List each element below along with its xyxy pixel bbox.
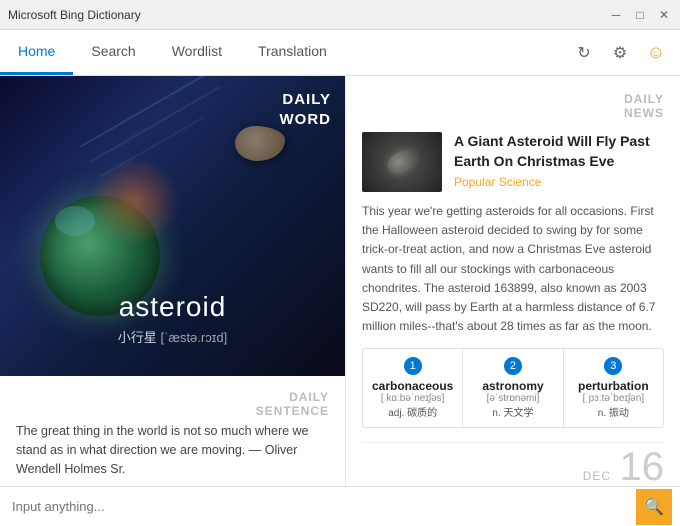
keyword-1[interactable]: 1 carbonaceous [ kɑːbəˈneɪʃəs] adj. 碳质的 <box>363 349 463 427</box>
left-panel: DAILY WORD asteroid 小行星 [ˈæstə.rɔɪd] DAI… <box>0 76 345 486</box>
word-chinese-text: 小行星 <box>118 330 157 345</box>
title-bar: Microsoft Bing Dictionary ─ □ ✕ <box>0 0 680 30</box>
word-label-text: WORD <box>280 110 332 130</box>
sentence-daily-text: DAILY <box>16 390 329 404</box>
streak2 <box>90 86 221 163</box>
keyword-3-phonetic: [ˌpɜːtəˈbeɪʃən] <box>570 393 657 404</box>
search-button[interactable]: 🔍 <box>636 489 672 525</box>
keyword-2-word: astronomy <box>469 379 556 393</box>
right-panel: DAILY NEWS A Giant Asteroid Will Fly Pas… <box>345 76 680 486</box>
sentence-english: The great thing in the world is not so m… <box>16 422 329 478</box>
news-header-row: DAILY NEWS <box>362 92 664 120</box>
search-icon: 🔍 <box>644 497 664 517</box>
word-phonetic: [ˈæstə.rɔɪd] <box>160 330 227 345</box>
settings-icon[interactable]: ⚙ <box>606 39 634 67</box>
news-title[interactable]: A Giant Asteroid Will Fly Past Earth On … <box>454 132 664 171</box>
tab-wordlist[interactable]: Wordlist <box>154 30 240 75</box>
news-label-text: NEWS <box>624 106 664 120</box>
nav-icons: ↻ ⚙ ☺ <box>570 30 680 75</box>
keyword-2[interactable]: 2 astronomy [əˈstrɒnəmi] n. 天文学 <box>463 349 563 427</box>
date-month: DEC <box>583 469 611 483</box>
keyword-3-word: perturbation <box>570 379 657 393</box>
keyword-3-pos: n. 振动 <box>570 404 657 419</box>
news-daily-text: DAILY <box>624 92 664 106</box>
keyword-2-phonetic: [əˈstrɒnəmi] <box>469 393 556 404</box>
news-source[interactable]: Popular Science <box>454 175 664 189</box>
nav-bar: Home Search Wordlist Translation ↻ ⚙ ☺ <box>0 30 680 76</box>
tab-translation[interactable]: Translation <box>240 30 345 75</box>
news-thumb-asteroid <box>384 146 420 178</box>
tab-home[interactable]: Home <box>0 30 73 75</box>
nav-tabs: Home Search Wordlist Translation <box>0 30 345 75</box>
impact-glow <box>90 156 180 246</box>
earth-highlight <box>55 206 95 236</box>
news-daily-label: DAILY NEWS <box>624 92 664 120</box>
sentence-daily-label: DAILY SENTENCE <box>16 390 329 418</box>
keyword-1-pos: adj. 碳质的 <box>369 404 456 419</box>
daily-word-card[interactable]: DAILY WORD asteroid 小行星 [ˈæstə.rɔɪd] <box>0 76 345 376</box>
streak1 <box>80 76 237 148</box>
window-controls: ─ □ ✕ <box>608 8 672 22</box>
refresh-icon[interactable]: ↻ <box>570 39 598 67</box>
keyword-1-num: 1 <box>404 357 422 375</box>
maximize-button[interactable]: □ <box>632 8 648 22</box>
word-english: asteroid <box>0 291 345 323</box>
smile-icon[interactable]: ☺ <box>642 39 670 67</box>
news-card-top: A Giant Asteroid Will Fly Past Earth On … <box>362 132 664 192</box>
minimize-button[interactable]: ─ <box>608 8 624 22</box>
news-body: This year we're getting asteroids for al… <box>362 202 664 336</box>
news-section: DAILY NEWS A Giant Asteroid Will Fly Pas… <box>346 76 680 486</box>
keyword-2-pos: n. 天文学 <box>469 404 556 419</box>
keyword-1-word: carbonaceous <box>369 379 456 393</box>
keyword-3-num: 3 <box>604 357 622 375</box>
word-chinese: 小行星 [ˈæstə.rɔɪd] <box>0 327 345 346</box>
word-display: asteroid 小行星 [ˈæstə.rɔɪd] <box>0 291 345 346</box>
close-button[interactable]: ✕ <box>656 8 672 22</box>
main-content: DAILY WORD asteroid 小行星 [ˈæstə.rɔɪd] DAI… <box>0 76 680 486</box>
daily-sentence: DAILY SENTENCE The great thing in the wo… <box>0 376 345 486</box>
sentence-label-text: SENTENCE <box>16 404 329 418</box>
date-day: 16 <box>620 445 665 486</box>
keyword-1-phonetic: [ kɑːbəˈneɪʃəs] <box>369 393 456 404</box>
news-card[interactable]: A Giant Asteroid Will Fly Past Earth On … <box>362 132 664 336</box>
input-bar: 🔍 <box>0 486 680 526</box>
asteroid-rock <box>235 126 285 161</box>
news-title-block: A Giant Asteroid Will Fly Past Earth On … <box>454 132 664 192</box>
keyword-2-num: 2 <box>504 357 522 375</box>
word-daily-label: DAILY WORD <box>280 90 332 129</box>
news-thumbnail <box>362 132 442 192</box>
app-title: Microsoft Bing Dictionary <box>8 8 141 22</box>
tab-search[interactable]: Search <box>73 30 153 75</box>
keywords-row: 1 carbonaceous [ kɑːbəˈneɪʃəs] adj. 碳质的 … <box>362 348 664 428</box>
keyword-3[interactable]: 3 perturbation [ˌpɜːtəˈbeɪʃən] n. 振动 <box>564 349 663 427</box>
word-daily-text: DAILY <box>280 90 332 110</box>
date-display: DEC 16 <box>362 442 664 486</box>
search-input[interactable] <box>12 499 636 514</box>
